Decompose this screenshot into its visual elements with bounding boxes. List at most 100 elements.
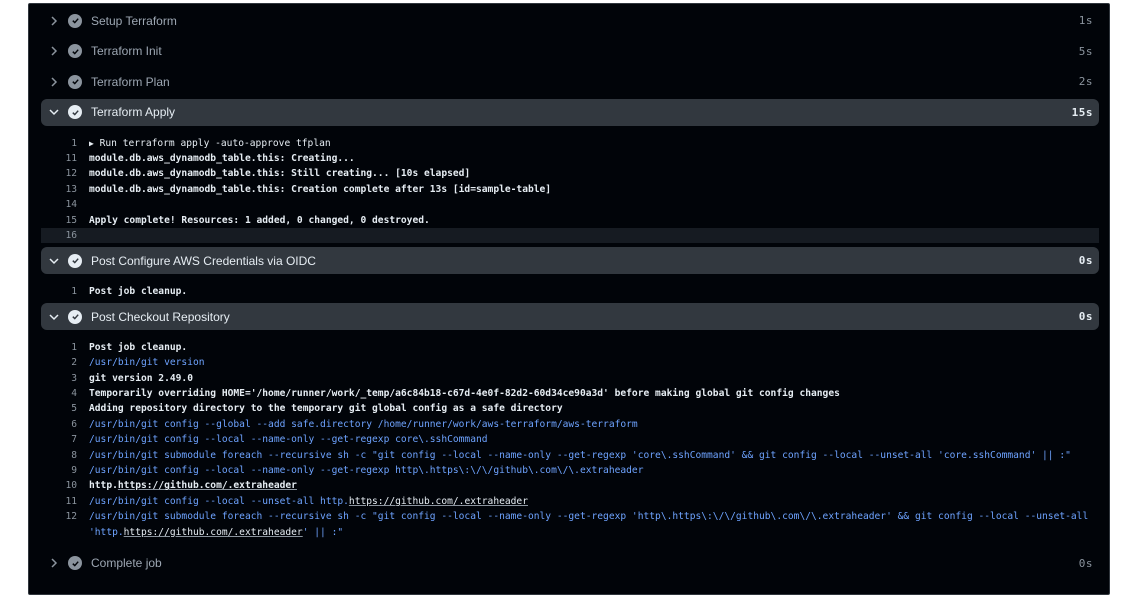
line-number[interactable]: 11 xyxy=(41,496,89,507)
chevron-down-icon xyxy=(47,105,61,119)
step-title: Terraform Init xyxy=(91,44,162,59)
log-line[interactable]: 7/usr/bin/git config --local --name-only… xyxy=(41,432,1099,447)
log-post-checkout-repository: 1 Post job cleanup. 2/usr/bin/git version… xyxy=(41,334,1099,544)
log-text: Adding repository directory to the tempo… xyxy=(89,403,563,415)
line-number[interactable]: 9 xyxy=(41,465,89,476)
log-line[interactable]: 3 git version 2.49.0 xyxy=(41,370,1099,385)
log-line[interactable]: 14 xyxy=(41,197,1099,212)
log-line[interactable]: 11/usr/bin/git config --local --unset-al… xyxy=(41,494,1099,509)
step-title: Setup Terraform xyxy=(91,13,177,28)
line-number[interactable]: 12 xyxy=(41,168,89,179)
chevron-down-icon xyxy=(47,310,61,324)
step-title: Terraform Plan xyxy=(91,74,170,89)
line-number[interactable]: 4 xyxy=(41,388,89,399)
log-text: Post job cleanup. xyxy=(89,341,188,353)
log-line[interactable]: 9/usr/bin/git config --local --name-only… xyxy=(41,463,1099,478)
check-circle-icon xyxy=(68,13,82,28)
log-line[interactable]: 12/usr/bin/git submodule foreach --recur… xyxy=(41,509,1099,524)
check-circle-icon xyxy=(68,556,82,571)
log-line[interactable]: 1 Post job cleanup. xyxy=(41,340,1099,355)
step-setup-terraform[interactable]: Setup Terraform 1s xyxy=(41,7,1099,34)
log-line[interactable]: 2/usr/bin/git version xyxy=(41,355,1099,370)
check-circle-icon xyxy=(68,74,82,89)
log-line[interactable]: 11 module.db.aws_dynamodb_table.this: Cre… xyxy=(41,151,1099,166)
line-number[interactable]: 1 xyxy=(41,138,89,149)
line-number[interactable]: 3 xyxy=(41,373,89,384)
check-circle-icon xyxy=(68,44,82,59)
line-number[interactable]: 8 xyxy=(41,450,89,461)
check-circle-icon xyxy=(68,253,82,268)
log-command: /usr/bin/git config --global --add safe.… xyxy=(89,418,638,430)
extraheader-link[interactable]: https://github.com/.extraheader xyxy=(349,496,528,507)
step-duration: 1s xyxy=(1078,14,1093,27)
job-log-panel: Setup Terraform 1s Terraform Init 5s Ter… xyxy=(28,3,1110,595)
step-title: Terraform Apply xyxy=(91,105,176,120)
step-post-configure-aws-credentials[interactable]: Post Configure AWS Credentials via OIDC … xyxy=(41,247,1099,275)
log-terraform-apply: 1 ▶ Run terraform apply -auto-approve tfp… xyxy=(41,129,1099,247)
line-number[interactable]: 1 xyxy=(41,342,89,353)
log-text: http. xyxy=(89,480,118,492)
log-text: git version 2.49.0 xyxy=(89,372,193,384)
expand-triangle-icon[interactable]: ▶ xyxy=(89,139,94,148)
chevron-down-icon xyxy=(47,254,61,268)
log-text: module.db.aws_dynamodb_table.this: Still… xyxy=(89,168,471,180)
line-number[interactable]: 14 xyxy=(41,199,89,210)
log-line[interactable]: 4 Temporarily overriding HOME='/home/runn… xyxy=(41,386,1099,401)
log-command: /usr/bin/git config --local --name-only … xyxy=(89,434,488,446)
line-number[interactable]: 16 xyxy=(41,230,89,241)
log-line[interactable]: 5 Adding repository directory to the temp… xyxy=(41,401,1099,416)
log-line[interactable]: 6/usr/bin/git config --global --add safe… xyxy=(41,417,1099,432)
log-line[interactable]: 10 http.https://github.com/.extraheader xyxy=(41,478,1099,493)
log-line[interactable]: 13 module.db.aws_dynamodb_table.this: Cre… xyxy=(41,182,1099,197)
log-line[interactable]: 1 ▶ Run terraform apply -auto-approve tfp… xyxy=(41,135,1099,150)
chevron-right-icon xyxy=(47,44,61,58)
log-command: 'http. xyxy=(89,526,124,538)
step-post-checkout-repository[interactable]: Post Checkout Repository 0s xyxy=(41,303,1099,331)
line-number[interactable]: 5 xyxy=(41,403,89,414)
line-number[interactable]: 15 xyxy=(41,215,89,226)
log-text: Post job cleanup. xyxy=(89,285,188,297)
chevron-right-icon xyxy=(47,75,61,89)
line-number[interactable]: 6 xyxy=(41,419,89,430)
line-number[interactable]: 1 xyxy=(41,286,89,297)
log-line[interactable]: 15 Apply complete! Resources: 1 added, 0 … xyxy=(41,212,1099,227)
step-terraform-apply[interactable]: Terraform Apply 15s xyxy=(41,98,1099,126)
log-line-highlighted[interactable]: 16 xyxy=(41,227,1099,244)
line-number[interactable]: 11 xyxy=(41,153,89,164)
step-title: Complete job xyxy=(91,556,162,571)
steps-list: Setup Terraform 1s Terraform Init 5s Ter… xyxy=(41,7,1099,580)
step-complete-job[interactable]: Complete job 0s xyxy=(41,550,1099,577)
log-line[interactable]: 8/usr/bin/git submodule foreach --recurs… xyxy=(41,447,1099,462)
step-terraform-plan[interactable]: Terraform Plan 2s xyxy=(41,68,1099,95)
line-number[interactable]: 7 xyxy=(41,434,89,445)
log-command: ' || :" xyxy=(302,526,344,538)
log-line[interactable]: 1 Post job cleanup. xyxy=(41,284,1099,299)
check-circle-icon xyxy=(68,309,82,324)
chevron-right-icon xyxy=(47,556,61,570)
step-duration: 0s xyxy=(1078,254,1093,268)
log-text: module.db.aws_dynamodb_table.this: Creat… xyxy=(89,152,355,164)
line-number[interactable]: 2 xyxy=(41,357,89,368)
check-circle-icon xyxy=(68,105,82,120)
log-command: /usr/bin/git version xyxy=(89,357,205,369)
log-command: /usr/bin/git submodule foreach --recursi… xyxy=(89,449,1071,461)
step-title: Post Configure AWS Credentials via OIDC xyxy=(91,253,316,268)
log-line-wrapped[interactable]: 'http.https://github.com/.extraheader' |… xyxy=(41,524,1099,539)
log-command: /usr/bin/git submodule foreach --recursi… xyxy=(89,511,1089,523)
log-command: /usr/bin/git config --local --name-only … xyxy=(89,465,644,476)
line-number[interactable]: 13 xyxy=(41,184,89,195)
extraheader-link[interactable]: https://github.com/.extraheader xyxy=(124,527,303,538)
log-post-configure-aws-credentials: 1 Post job cleanup. xyxy=(41,278,1099,303)
step-duration: 2s xyxy=(1078,75,1093,89)
log-command: /usr/bin/git config --local --unset-all … xyxy=(89,495,349,507)
step-terraform-init[interactable]: Terraform Init 5s xyxy=(41,38,1099,65)
log-text: Apply complete! Resources: 1 added, 0 ch… xyxy=(89,214,430,226)
log-text: Run terraform apply -auto-approve tfplan xyxy=(99,137,331,149)
log-line[interactable]: 12 module.db.aws_dynamodb_table.this: Sti… xyxy=(41,166,1099,181)
line-number[interactable]: 12 xyxy=(41,511,89,522)
log-text: module.db.aws_dynamodb_table.this: Creat… xyxy=(89,183,552,195)
step-duration: 5s xyxy=(1078,44,1093,58)
extraheader-link[interactable]: https://github.com/.extraheader xyxy=(118,480,297,491)
line-number[interactable]: 10 xyxy=(41,480,89,491)
step-duration: 0s xyxy=(1078,556,1093,570)
